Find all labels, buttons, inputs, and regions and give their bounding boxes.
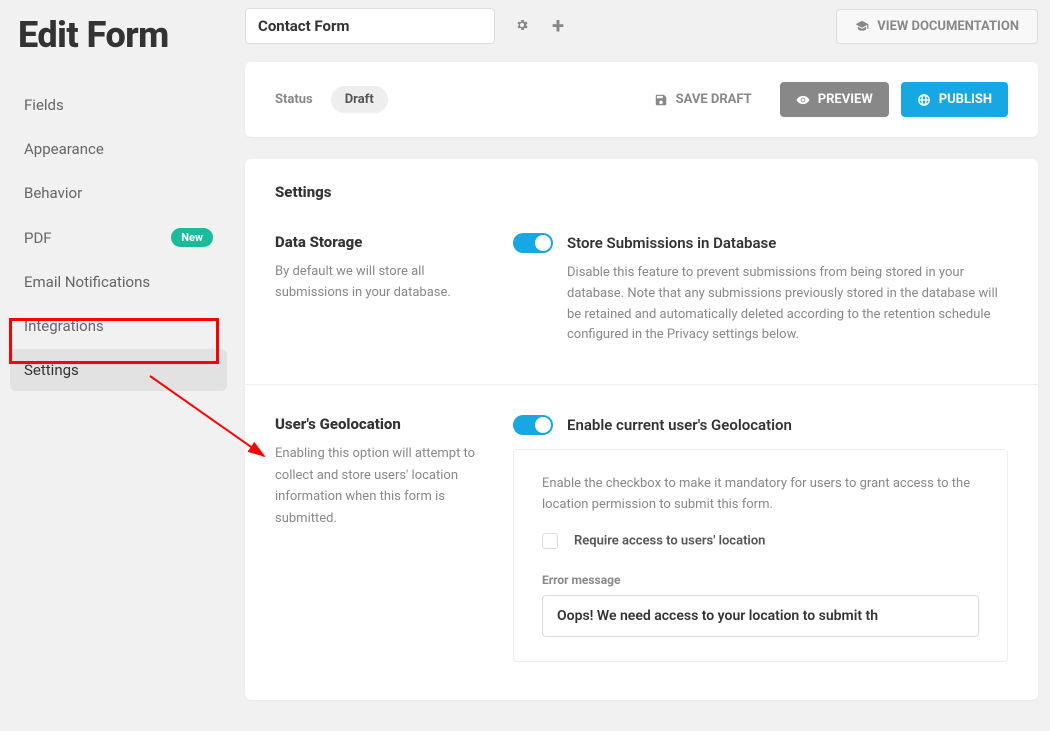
geolocation-block: User's Geolocation Enabling this option … <box>245 384 1038 700</box>
geolocation-option-title: Enable current user's Geolocation <box>567 416 792 434</box>
preview-label: PREVIEW <box>818 92 873 107</box>
geolocation-toggle[interactable] <box>513 415 553 435</box>
sidebar-label: Email Notifications <box>24 273 150 291</box>
sidebar-label: Integrations <box>24 317 104 335</box>
sidebar-item-fields[interactable]: Fields <box>10 84 227 126</box>
geolocation-desc: Enabling this option will attempt to col… <box>275 443 483 529</box>
settings-card: Settings Data Storage By default we will… <box>245 159 1038 700</box>
plus-icon[interactable]: + <box>549 14 567 39</box>
eye-icon <box>796 93 810 107</box>
sidebar-label: Fields <box>24 96 64 114</box>
globe-icon <box>917 93 931 107</box>
publish-button[interactable]: PUBLISH <box>901 82 1008 117</box>
status-label: Status <box>275 92 313 107</box>
view-documentation-label: VIEW DOCUMENTATION <box>877 19 1019 34</box>
sidebar-item-email-notifications[interactable]: Email Notifications <box>10 261 227 303</box>
error-message-label: Error message <box>542 573 979 587</box>
sidebar-nav: Fields Appearance Behavior PDF New Email … <box>0 84 245 391</box>
save-draft-button[interactable]: SAVE DRAFT <box>638 82 768 117</box>
sidebar-label: Appearance <box>24 140 104 158</box>
geolocation-subbox: Enable the checkbox to make it mandatory… <box>513 449 1008 662</box>
sidebar-item-integrations[interactable]: Integrations <box>10 305 227 347</box>
data-storage-desc: By default we will store all submissions… <box>275 261 483 304</box>
new-badge: New <box>171 228 213 247</box>
publish-label: PUBLISH <box>939 92 992 107</box>
data-storage-title: Data Storage <box>275 233 483 251</box>
data-storage-block: Data Storage By default we will store al… <box>245 225 1038 384</box>
require-location-label: Require access to users' location <box>574 533 765 548</box>
preview-button[interactable]: PREVIEW <box>780 82 889 117</box>
require-location-checkbox[interactable] <box>542 533 558 549</box>
sidebar-item-behavior[interactable]: Behavior <box>10 172 227 214</box>
status-bar: Status Draft SAVE DRAFT PREVIEW PUBLISH <box>245 62 1038 137</box>
require-location-row[interactable]: Require access to users' location <box>542 530 979 549</box>
sidebar-label: Settings <box>24 361 79 379</box>
graduation-cap-icon <box>855 19 869 33</box>
gear-icon[interactable] <box>513 16 531 37</box>
data-storage-option-title: Store Submissions in Database <box>567 234 776 252</box>
sidebar-item-settings[interactable]: Settings <box>10 349 227 391</box>
page-title: Edit Form <box>0 0 245 84</box>
geolocation-title: User's Geolocation <box>275 415 483 433</box>
error-message-input[interactable] <box>542 595 979 637</box>
data-storage-toggle[interactable] <box>513 233 553 253</box>
data-storage-option-desc: Disable this feature to prevent submissi… <box>513 263 1008 346</box>
view-documentation-button[interactable]: VIEW DOCUMENTATION <box>836 9 1038 44</box>
sidebar-item-appearance[interactable]: Appearance <box>10 128 227 170</box>
status-value: Draft <box>331 86 388 113</box>
geolocation-sub-desc: Enable the checkbox to make it mandatory… <box>542 474 979 516</box>
settings-heading: Settings <box>245 159 1038 225</box>
save-icon <box>654 93 668 107</box>
top-bar: Contact Form + VIEW DOCUMENTATION <box>245 8 1038 44</box>
sidebar-label: Behavior <box>24 184 82 202</box>
form-name-input[interactable]: Contact Form <box>245 8 495 44</box>
save-draft-label: SAVE DRAFT <box>676 92 752 107</box>
sidebar-item-pdf[interactable]: PDF New <box>10 216 227 259</box>
sidebar-label: PDF <box>24 229 52 247</box>
